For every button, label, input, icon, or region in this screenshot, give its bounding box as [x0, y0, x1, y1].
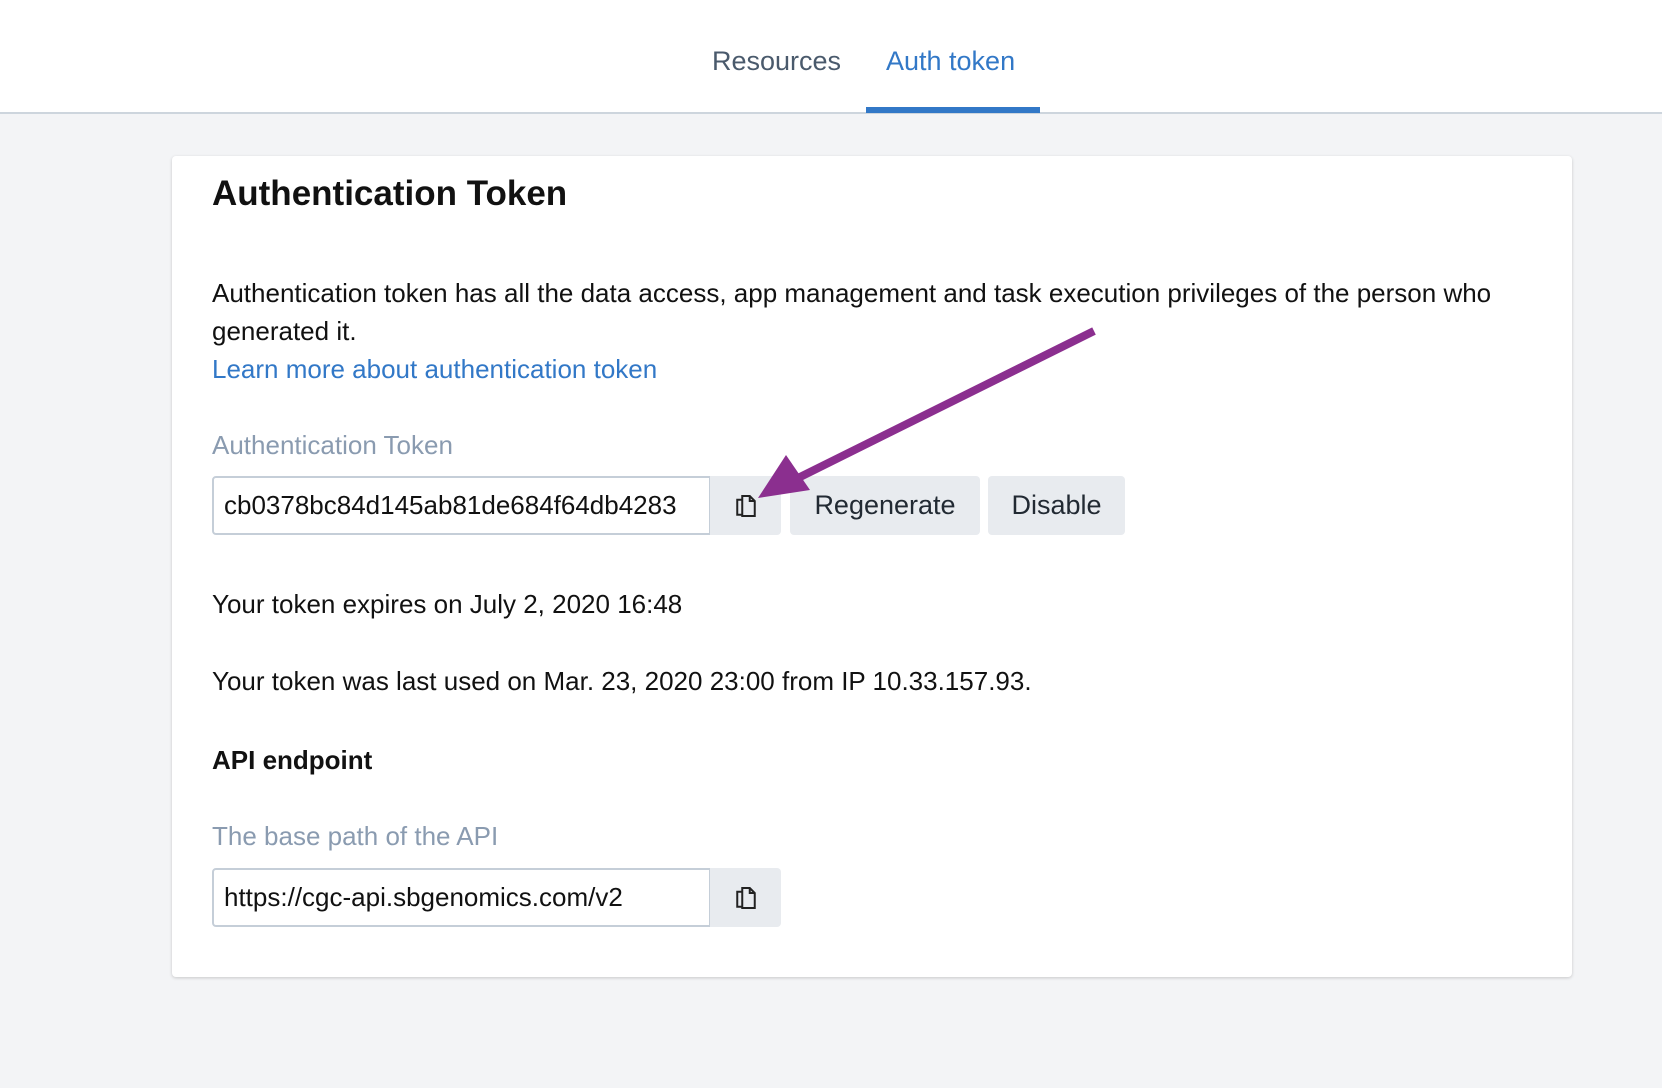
annotation-arrow-icon [758, 327, 1096, 498]
